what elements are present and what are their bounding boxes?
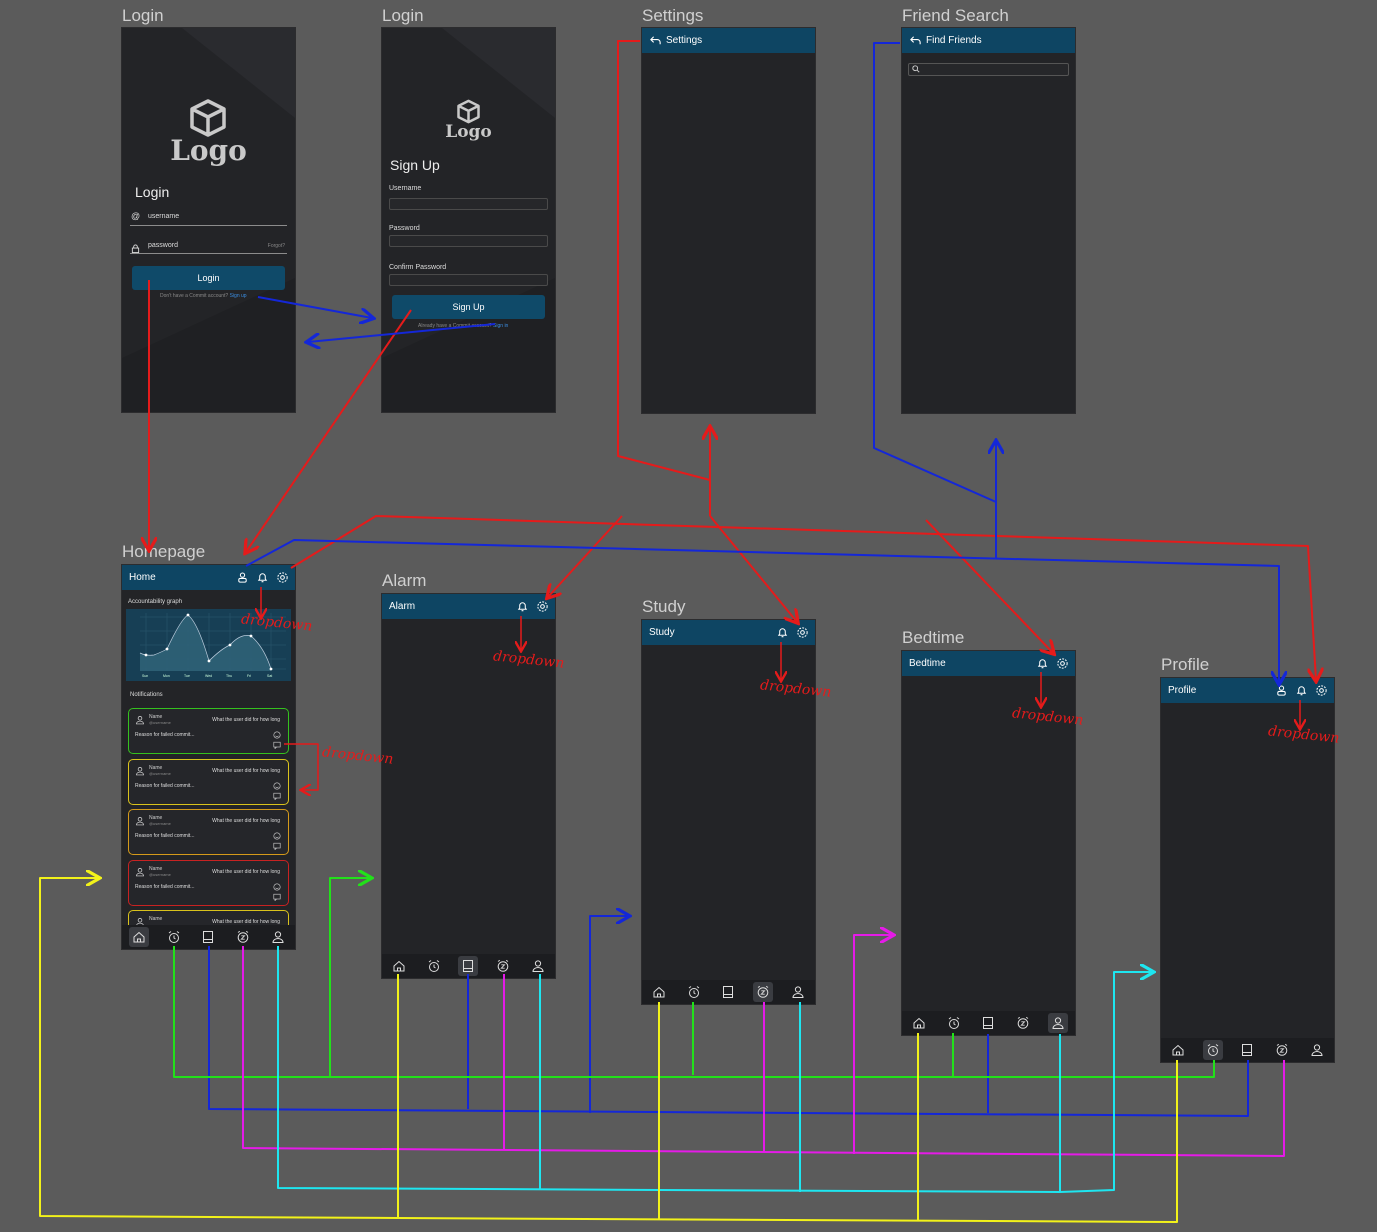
arrow-friends-to-search: [245, 539, 1279, 683]
canvas: { "frames": { "login": { "label": "Login…: [0, 0, 1377, 1232]
arrow-dropdown-notification: [284, 743, 319, 790]
arrow-to-bedtime: [853, 935, 892, 1154]
arrow-bedtime-gear: [925, 519, 1053, 653]
arrow-study-gear: [709, 515, 797, 622]
arrow-friend-back: [873, 42, 996, 503]
arrow-to-profile: [1059, 972, 1152, 1193]
line-profile-nav: [277, 946, 1061, 1193]
arrow-settings-back: [617, 40, 710, 481]
line-study-nav: [208, 946, 1249, 1117]
arrow-to-login: [308, 323, 496, 342]
arrow-alarm-gear: [548, 515, 623, 597]
flow-arrows: [39, 40, 1377, 1223]
arrow-to-home: [39, 878, 399, 1219]
arrow-to-alarm: [329, 878, 370, 1076]
arrow-to-study: [589, 916, 628, 1113]
arrow-to-signup: [257, 296, 372, 318]
arrow-gear-to-settings: [290, 515, 1316, 680]
